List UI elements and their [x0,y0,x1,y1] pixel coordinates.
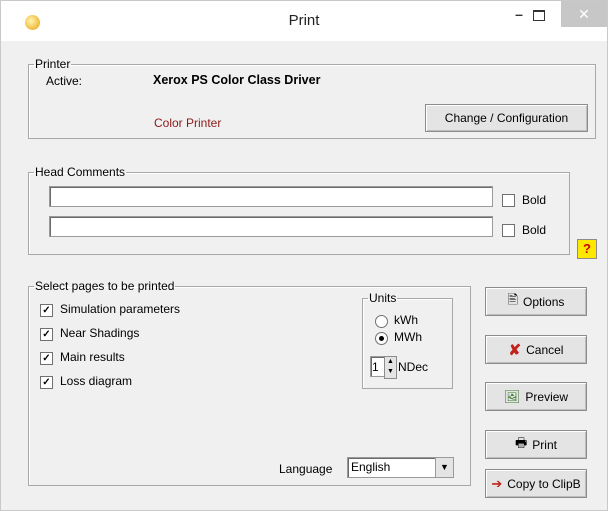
cancel-x-icon: ✘ [508,341,522,359]
checkbox-main-results[interactable] [40,352,53,365]
label-mwh: MWh [394,330,422,344]
bold-label-2: Bold [522,223,547,237]
copy-to-clipboard-button[interactable]: ➔ Copy to ClipB [485,469,587,498]
maximize-icon [533,9,545,21]
print-label: Print [532,437,557,452]
printer-icon: 🖶 [515,434,528,450]
language-value: English [351,460,391,474]
ndec-spinner[interactable]: ▲ ▼ [384,356,397,379]
options-button[interactable]: 🖹 Options [485,287,587,316]
spin-down-icon[interactable]: ▼ [385,367,396,377]
title-bar[interactable]: Print – ✕ [1,1,607,41]
preview-button[interactable]: 🖼 Preview [485,382,587,411]
close-button[interactable]: ✕ [561,1,607,27]
ndec-label: NDec [398,360,429,374]
help-icon: ? [583,241,591,256]
label-near-shadings: Near Shadings [60,326,140,340]
bold-label-1: Bold [522,193,547,207]
printer-legend: Printer [35,57,71,71]
head-comments-group: Head Comments [28,165,570,255]
printer-driver-name: Xerox PS Color Class Driver [153,73,321,87]
head-comment-line-1[interactable] [49,186,493,207]
head-comment-line-2[interactable] [49,216,493,237]
printer-type: Color Printer [154,116,222,130]
radio-mwh[interactable] [375,332,388,345]
cancel-label: Cancel [526,342,564,357]
label-kwh: kWh [394,313,418,327]
change-configuration-label: Change / Configuration [444,111,569,125]
help-button[interactable]: ? [577,239,597,259]
cancel-button[interactable]: ✘ Cancel [485,335,587,364]
print-button[interactable]: 🖶 Print [485,430,587,459]
print-dialog: Print – ✕ Printer Active: Xerox PS Color… [0,0,608,511]
spin-up-icon[interactable]: ▲ [385,357,396,367]
checkbox-loss-diagram[interactable] [40,376,53,389]
bold-checkbox-2[interactable] [502,224,515,237]
language-label: Language [279,462,333,476]
minimize-icon: – [515,6,523,22]
label-main-results: Main results [60,350,125,364]
active-label: Active: [46,74,83,88]
clipboard-icon: ➔ [491,475,503,491]
options-icon: 🖹 [507,291,519,307]
radio-kwh[interactable] [375,315,388,328]
chevron-down-icon[interactable]: ▼ [435,458,453,477]
bold-checkbox-1[interactable] [502,194,515,207]
options-label: Options [523,294,565,309]
select-pages-legend: Select pages to be printed [35,279,175,293]
checkbox-simulation-parameters[interactable] [40,304,53,317]
maximize-button[interactable] [526,1,552,27]
language-select[interactable]: English ▼ [347,457,454,478]
close-icon: ✕ [578,6,590,22]
checkbox-near-shadings[interactable] [40,328,53,341]
change-configuration-button[interactable]: Change / Configuration [425,104,588,132]
preview-label: Preview [525,389,569,404]
copy-to-clipboard-label: Copy to ClipB [507,476,581,491]
head-comments-legend: Head Comments [35,165,126,179]
preview-icon: 🖼 [503,388,521,404]
units-legend: Units [369,291,397,305]
label-loss-diagram: Loss diagram [60,374,133,388]
label-simulation-parameters: Simulation parameters [60,302,181,316]
